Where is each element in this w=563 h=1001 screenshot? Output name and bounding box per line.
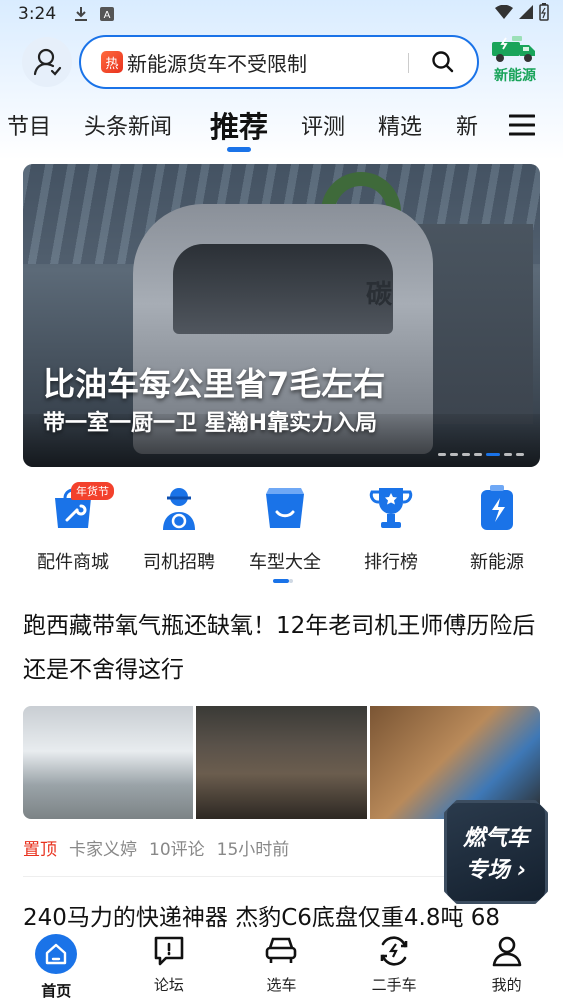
home-icon [35,934,78,974]
banner-carousel[interactable]: 碳 比油车每公里省7毛左右 带一室一厨一卫 星瀚H靠实力入局 [23,164,540,467]
user-avatar-button[interactable] [22,37,72,87]
signal-icon [519,4,533,24]
quick-car-models[interactable]: 车型大全 [235,484,335,574]
tab-headlines[interactable]: 头条新闻 [84,109,172,141]
wrench-bag-icon: 年货节 [49,482,114,532]
app-notification-icon: A [100,7,115,21]
banner-windshield [173,244,393,334]
quick-label: 司机招聘 [143,552,215,573]
nav-forum[interactable]: 论坛 [113,928,226,1001]
carousel-dot [450,453,458,456]
quick-new-energy[interactable]: 新能源 [447,484,547,574]
search-bar[interactable]: 热 新能源货车不受限制 [79,35,479,89]
car-select-icon [266,937,297,963]
article-author[interactable]: 卡家义婷 [69,835,137,860]
tab-new[interactable]: 新 [456,109,478,141]
wifi-icon [495,4,513,24]
nav-profile[interactable]: 我的 [450,928,563,1001]
banner-subtitle: 带一室一厨一卫 星瀚H靠实力入局 [43,411,378,436]
nav-choose-car[interactable]: 选车 [225,928,338,1001]
nav-label: 二手车 [371,976,417,994]
category-tabs: 节目 头条新闻 推荐 评测 精选 新 [0,100,563,152]
status-bar: 3:24 A [0,0,563,28]
nav-label: 论坛 [153,976,184,994]
pinned-tag: 置顶 [23,840,57,860]
user-icon [33,48,62,76]
tab-reviews[interactable]: 评测 [301,109,345,141]
search-divider [408,53,409,73]
status-time: 3:24 [18,4,57,24]
nav-used-cars[interactable]: 二手车 [338,928,451,1001]
carousel-dot [438,453,446,456]
quick-links: 年货节 配件商城 司机招聘 车型大全 排行榜 新能源 [0,482,563,584]
tab-recommend[interactable]: 推荐 [210,104,268,146]
smile-bag-icon [261,484,309,532]
hot-badge: 热 [101,51,123,73]
carousel-dot [462,453,470,456]
article-comments: 10评论 [149,840,205,860]
trophy-icon [367,484,415,532]
search-icon[interactable] [431,50,455,78]
nav-label: 选车 [266,976,297,994]
quick-label: 排行榜 [364,552,418,573]
article-thumbnail [23,706,194,819]
festival-badge: 年货节 [71,482,114,500]
carousel-dots [438,453,524,456]
electric-truck-icon [492,36,535,62]
quick-page-indicator [289,579,293,583]
article-title[interactable]: 跑西藏带氧气瓶还缺氧！12年老司机王师傅历险后还是不舍得这行 [23,604,543,692]
article-thumbnail [196,706,367,819]
quick-label: 新能源 [470,552,524,573]
battery-status-icon [539,2,549,26]
used-car-icon [380,936,408,966]
quick-label: 车型大全 [249,552,321,573]
forum-icon [154,936,184,966]
battery-icon [473,484,521,532]
quick-driver-jobs[interactable]: 司机招聘 [129,484,229,574]
nav-label: 我的 [491,976,522,994]
quick-parts-mall[interactable]: 年货节 配件商城 [23,482,123,574]
active-tab-indicator [227,147,251,152]
new-energy-button[interactable]: 新能源 [487,34,543,90]
banner-title: 比油车每公里省7毛左右 [43,365,386,403]
carousel-dot-active [486,453,500,456]
top-header: 热 新能源货车不受限制 新能源 [0,34,563,90]
gas-truck-promo-card[interactable]: 燃气车 专场 › [444,800,548,904]
nav-label: 首页 [41,982,72,1000]
tab-programs[interactable]: 节目 [7,109,51,141]
search-placeholder: 新能源货车不受限制 [127,51,307,76]
article-time: 15小时前 [216,840,290,860]
promo-line2: 专场 › [465,858,527,883]
new-energy-label: 新能源 [494,68,536,84]
tab-featured[interactable]: 精选 [378,109,422,141]
carousel-dot [474,453,482,456]
download-icon [74,6,88,22]
truck-side-text: 碳 [366,280,393,310]
driver-icon [155,484,203,532]
svg-text:A: A [104,10,111,21]
carousel-dot [504,453,512,456]
quick-label: 配件商城 [37,552,109,573]
profile-icon [492,936,521,967]
article-meta: 置顶 卡家义婷 10评论 15小时前 [23,835,289,860]
nav-home[interactable]: 首页 [0,928,113,1001]
promo-line1: 燃气车 [462,826,529,851]
quick-rankings[interactable]: 排行榜 [341,484,441,574]
menu-icon[interactable] [508,114,536,140]
bottom-nav: 首页 论坛 选车 二手车 我的 [0,928,563,1001]
quick-page-indicator-active [273,579,289,583]
carousel-dot [516,453,524,456]
